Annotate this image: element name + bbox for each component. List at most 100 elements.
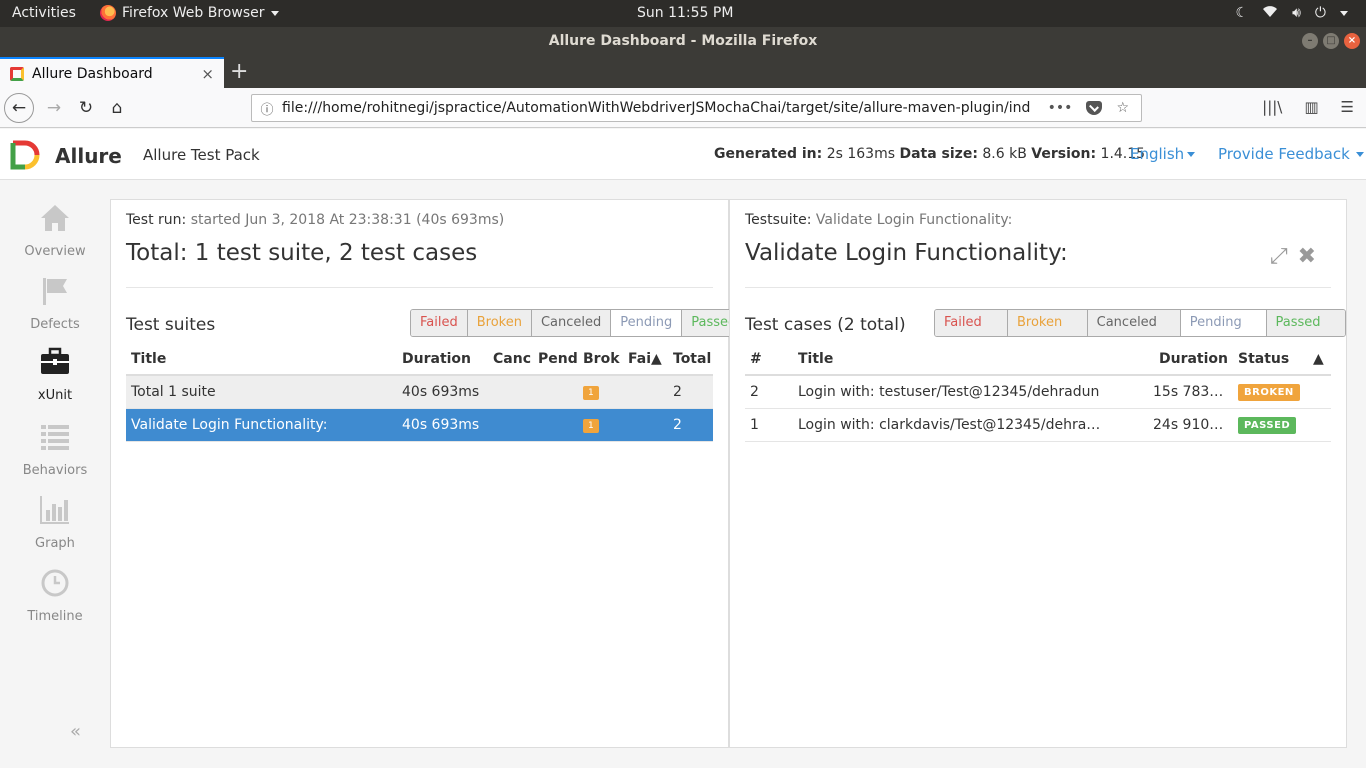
table-row-total[interactable]: Total 1 suite 40s 693ms 1 2 — [126, 375, 713, 409]
filter-pending[interactable]: Pending — [611, 310, 683, 336]
column-header-number[interactable]: # — [745, 343, 793, 376]
chevron-down-icon — [1355, 151, 1364, 157]
column-header-total[interactable]: Total — [668, 343, 713, 376]
cell-broken: 1 — [578, 408, 623, 442]
forward-button[interactable]: → — [40, 94, 68, 122]
collapse-sidebar-button[interactable]: « — [70, 721, 81, 742]
library-icon[interactable]: |||\ — [1262, 98, 1282, 116]
test-cases-pane: Testsuite: Validate Login Functionality:… — [729, 199, 1347, 748]
sidebar-item-label: Defects — [30, 317, 80, 332]
report-meta: Generated in: 2s 163ms Data size: 8.6 kB… — [714, 146, 1145, 162]
sidebar-item-defects[interactable]: Defects — [0, 275, 110, 345]
info-icon[interactable]: ⓘ — [252, 99, 282, 118]
column-header-broken[interactable]: Brok — [578, 343, 623, 376]
maximize-button[interactable]: □ — [1323, 33, 1339, 49]
power-icon: ⏻ — [1314, 5, 1326, 21]
chevron-down-icon — [1340, 10, 1348, 16]
firefox-icon — [100, 5, 116, 21]
url-bar[interactable]: ⓘ file:///home/rohitnegi/jspractice/Auto… — [251, 94, 1142, 122]
column-header-title[interactable]: Title — [793, 343, 1148, 376]
filter-canceled[interactable]: Canceled (0) — [1087, 310, 1181, 336]
cell-number: 1 — [745, 408, 793, 442]
column-header-title[interactable]: Title — [126, 343, 397, 376]
url-text[interactable]: file:///home/rohitnegi/jspractice/Automa… — [282, 100, 1036, 116]
section-title: Test cases (2 total) — [745, 315, 906, 335]
home-button[interactable]: ⌂ — [103, 94, 131, 122]
table-row[interactable]: 1 Login with: clarkdavis/Test@12345/dehr… — [745, 408, 1331, 442]
filter-failed[interactable]: Failed — [411, 310, 468, 336]
cell-duration: 40s 693ms — [397, 408, 488, 442]
data-size-value: 8.6 kB — [982, 146, 1027, 162]
feedback-dropdown[interactable]: Provide Feedback — [1218, 145, 1364, 163]
reload-button[interactable]: ↻ — [72, 94, 100, 122]
filter-failed[interactable]: Failed (0) — [935, 310, 1008, 336]
sidebar-toggle-icon[interactable]: ▥ — [1304, 98, 1318, 116]
cell-total: 2 — [668, 408, 713, 442]
logo-text[interactable]: Allure — [55, 144, 122, 168]
testsuite-info: Testsuite: Validate Login Functionality: — [745, 212, 1012, 228]
pane-title: Validate Login Functionality: — [745, 240, 1068, 266]
filter-passed[interactable]: Passed (1) — [1266, 310, 1345, 336]
column-header-status[interactable]: Status — [1233, 343, 1308, 376]
testsuite-label: Testsuite: — [745, 212, 812, 228]
close-window-button[interactable]: × — [1344, 33, 1360, 49]
pocket-icon[interactable] — [1086, 101, 1103, 115]
cell-status: BROKEN — [1233, 375, 1331, 409]
table-row[interactable]: 2 Login with: testuser/Test@12345/dehrad… — [745, 375, 1331, 409]
sidebar-item-label: Behaviors — [22, 463, 88, 478]
bar-chart-icon — [40, 496, 69, 524]
column-header-failed[interactable]: Fai▲ — [623, 343, 668, 376]
close-icon[interactable]: ✖ — [1298, 244, 1316, 269]
sort-arrow-icon[interactable]: ▲ — [1308, 343, 1331, 376]
section-title: Test suites — [126, 315, 216, 335]
window-title: Allure Dashboard - Mozilla Firefox — [548, 33, 818, 49]
column-header-pending[interactable]: Pend — [533, 343, 578, 376]
language-dropdown[interactable]: English — [1130, 145, 1196, 163]
system-tray[interactable]: ☾ 🔊︎ ⏻ — [1236, 4, 1348, 22]
column-header-duration[interactable]: Duration — [397, 343, 488, 376]
allure-logo-icon[interactable] — [10, 140, 40, 170]
volume-icon: 🔊︎ — [1292, 5, 1301, 21]
test-run-label: Test run: — [126, 212, 187, 228]
bookmark-star-icon[interactable]: ☆ — [1116, 100, 1129, 116]
test-cases-table: # Title Duration Status ▲ 2 Login with: … — [745, 343, 1331, 442]
column-header-canceled[interactable]: Canc — [488, 343, 533, 376]
chevron-down-icon — [270, 10, 279, 16]
briefcase-icon — [41, 347, 69, 374]
reload-icon: ↻ — [78, 98, 94, 118]
page-actions-icon[interactable]: ••• — [1048, 100, 1073, 116]
sidebar-item-overview[interactable]: Overview — [0, 202, 110, 272]
sidebar-item-graph[interactable]: Graph — [0, 494, 110, 564]
clock[interactable]: Sun 11:55 PM — [637, 5, 733, 21]
feedback-label: Provide Feedback — [1218, 145, 1350, 163]
back-button[interactable]: ← — [4, 93, 34, 123]
status-filter-group: Failed (0) Broken (1) Canceled (0) Pendi… — [934, 309, 1346, 337]
expand-icon[interactable]: ⤢ — [1270, 244, 1288, 269]
new-tab-button[interactable]: + — [230, 59, 248, 84]
filter-broken[interactable]: Broken — [467, 310, 532, 336]
activities-button[interactable]: Activities — [12, 5, 76, 21]
tab-strip: Allure Dashboard × + — [0, 55, 1366, 88]
cell-title: Total 1 suite — [126, 375, 397, 409]
sidebar-item-timeline[interactable]: Timeline — [0, 567, 110, 637]
cell-total: 2 — [668, 375, 713, 409]
test-suites-pane: Test run: started Jun 3, 2018 At 23:38:3… — [110, 199, 747, 748]
app-menu-label: Firefox Web Browser — [122, 5, 265, 21]
cell-duration: 24s 910ms — [1148, 408, 1233, 442]
filter-pending[interactable]: Pending (0) — [1180, 310, 1267, 336]
status-badge: BROKEN — [1238, 383, 1300, 401]
generated-label: Generated in: — [714, 146, 823, 162]
hamburger-menu-icon[interactable]: ☰ — [1341, 98, 1354, 116]
filter-canceled[interactable]: Canceled — [531, 310, 612, 336]
sidebar-item-behaviors[interactable]: Behaviors — [0, 421, 110, 491]
report-name: Allure Test Pack — [143, 146, 260, 164]
filter-broken[interactable]: Broken (1) — [1007, 310, 1088, 336]
cell-title: Login with: testuser/Test@12345/dehradun — [793, 375, 1148, 409]
minimize-button[interactable]: – — [1302, 33, 1318, 49]
table-row[interactable]: Validate Login Functionality: 40s 693ms … — [126, 408, 713, 442]
app-menu[interactable]: Firefox Web Browser — [100, 5, 279, 21]
column-header-duration[interactable]: Duration — [1148, 343, 1233, 376]
tab-allure-dashboard[interactable]: Allure Dashboard × — [0, 57, 224, 88]
tab-close-icon[interactable]: × — [201, 65, 214, 83]
sidebar-item-xunit[interactable]: xUnit — [0, 346, 110, 416]
